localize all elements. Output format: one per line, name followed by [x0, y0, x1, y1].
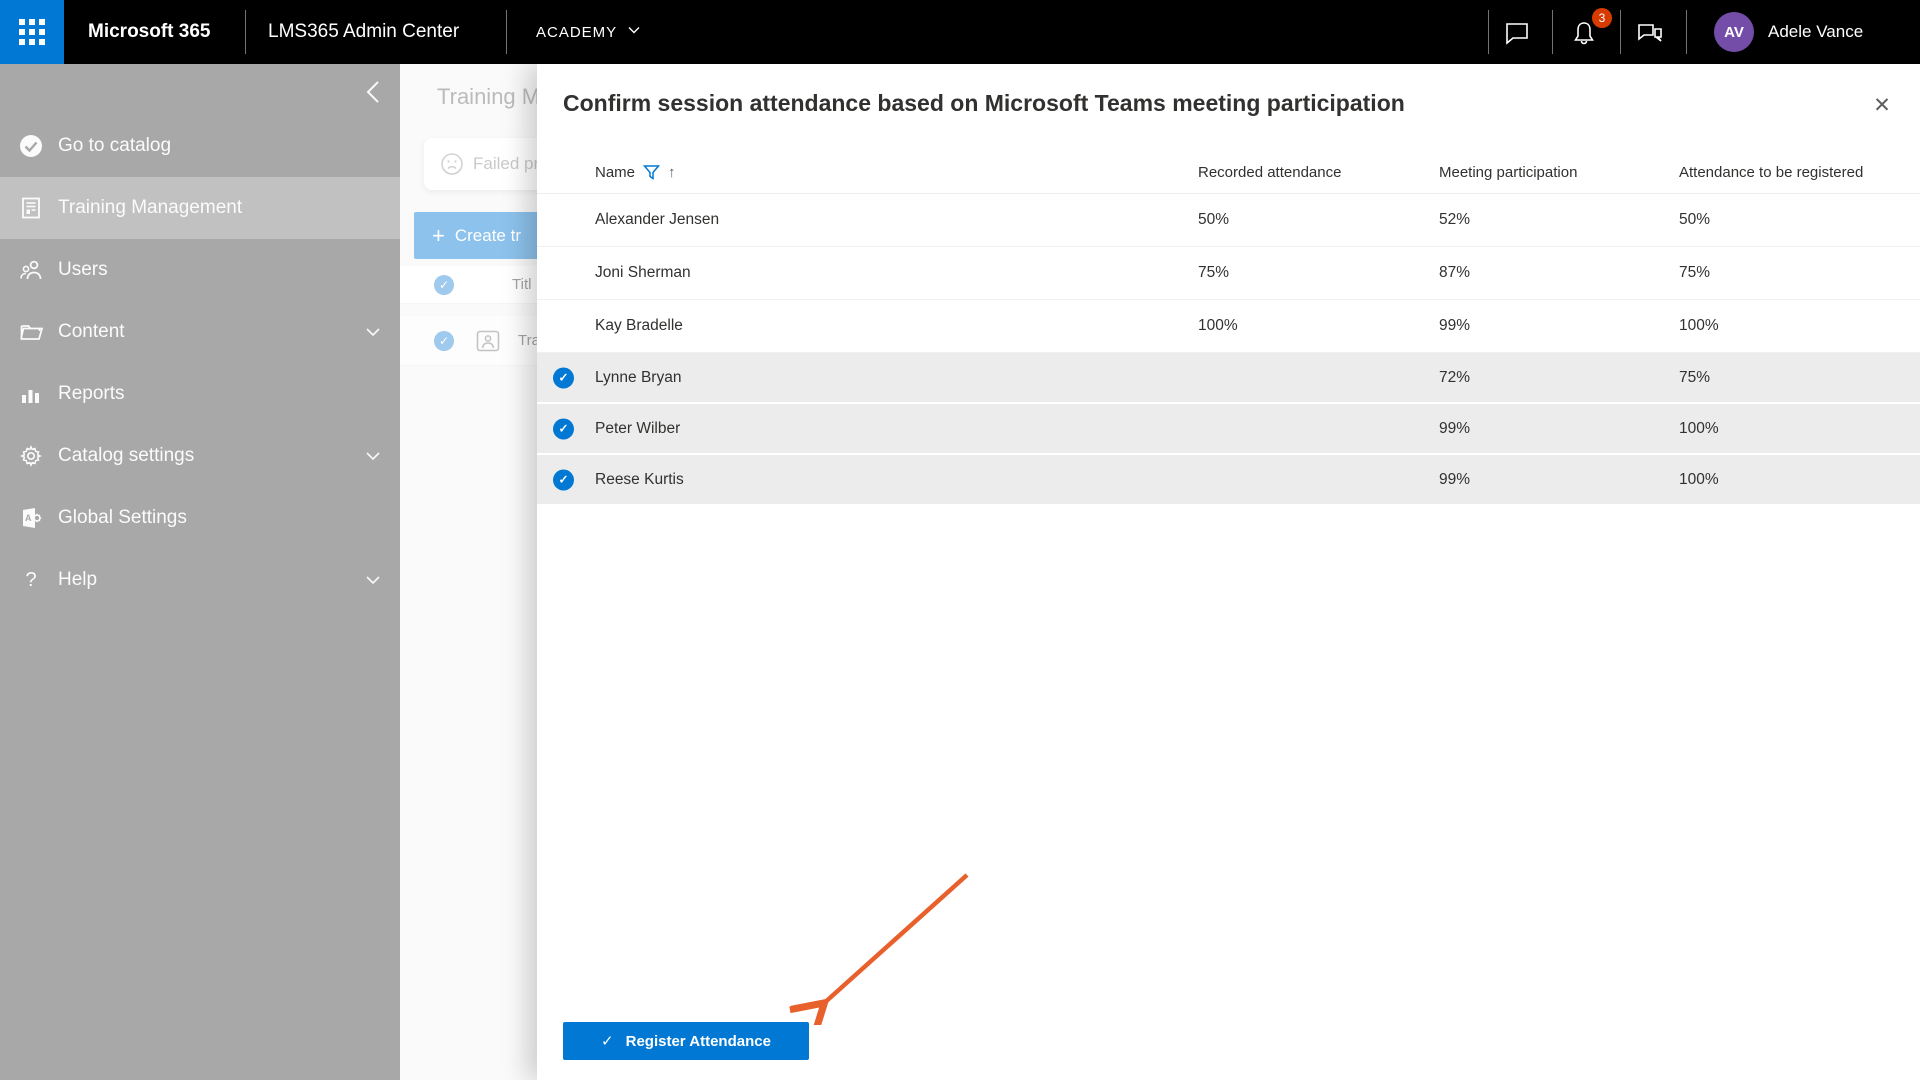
table-row[interactable]: Joni Sherman 75% 87% 75%	[537, 247, 1920, 300]
chat-icon[interactable]	[1504, 20, 1530, 46]
cell-recorded: 75%	[1198, 247, 1229, 299]
cell-name: Lynne Bryan	[595, 353, 681, 402]
cell-to-register: 100%	[1679, 300, 1719, 352]
cell-to-register: 75%	[1679, 247, 1710, 299]
topbar-separator	[1552, 10, 1553, 54]
cell-name: Reese Kurtis	[595, 455, 684, 504]
cell-to-register: 75%	[1679, 353, 1710, 402]
cell-name: Alexander Jensen	[595, 194, 719, 246]
cell-participation: 99%	[1439, 455, 1470, 504]
cell-participation: 72%	[1439, 353, 1470, 402]
screen: Microsoft 365 LMS365 Admin Center ACADEM…	[0, 0, 1920, 1080]
cell-participation: 99%	[1439, 300, 1470, 352]
topbar-separator	[1686, 10, 1687, 54]
notification-badge: 3	[1592, 8, 1612, 28]
app-launcher-button[interactable]	[0, 0, 64, 64]
table-row-selected[interactable]: ✓ Lynne Bryan 72% 75%	[537, 353, 1920, 404]
close-icon[interactable]: ✕	[1865, 88, 1899, 122]
user-name[interactable]: Adele Vance	[1768, 0, 1863, 64]
tenant-name: ACADEMY	[536, 24, 617, 41]
attendance-table-body: Alexander Jensen 50% 52% 50% Joni Sherma…	[537, 194, 1920, 506]
row-selected-check-icon[interactable]: ✓	[553, 418, 574, 439]
confirm-attendance-dialog: Confirm session attendance based on Micr…	[537, 64, 1920, 1080]
column-name-label: Name	[595, 164, 635, 181]
topbar-separator	[1620, 10, 1621, 54]
column-header-name[interactable]: Name ↑	[595, 150, 676, 194]
column-header-recorded: Recorded attendance	[1198, 150, 1341, 194]
admin-center-title[interactable]: LMS365 Admin Center	[268, 0, 459, 64]
cell-to-register: 100%	[1679, 404, 1719, 453]
register-attendance-button[interactable]: ✓ Register Attendance	[563, 1022, 809, 1060]
cell-name: Peter Wilber	[595, 404, 680, 453]
cell-participation: 52%	[1439, 194, 1470, 246]
topbar-separator	[506, 10, 507, 54]
topbar-separator	[245, 10, 246, 54]
table-row-selected[interactable]: ✓ Reese Kurtis 99% 100%	[537, 455, 1920, 506]
cell-participation: 99%	[1439, 404, 1470, 453]
table-row[interactable]: Alexander Jensen 50% 52% 50%	[537, 194, 1920, 247]
row-selected-check-icon[interactable]: ✓	[553, 367, 574, 388]
column-header-to-register: Attendance to be registered	[1679, 150, 1863, 194]
table-row-selected[interactable]: ✓ Peter Wilber 99% 100%	[537, 404, 1920, 455]
register-attendance-label: Register Attendance	[626, 1033, 771, 1050]
cell-participation: 87%	[1439, 247, 1470, 299]
cell-to-register: 50%	[1679, 194, 1710, 246]
chevron-down-icon	[627, 23, 641, 41]
table-row[interactable]: Kay Bradelle 100% 99% 100%	[537, 300, 1920, 353]
tenant-selector[interactable]: ACADEMY	[536, 0, 641, 64]
cell-name: Kay Bradelle	[595, 300, 683, 352]
cell-to-register: 100%	[1679, 455, 1719, 504]
topbar-separator	[1488, 10, 1489, 54]
feedback-icon[interactable]	[1637, 20, 1663, 46]
brand-title[interactable]: Microsoft 365	[88, 0, 210, 64]
attendance-table-header: Name ↑ Recorded attendance Meeting parti…	[537, 150, 1920, 194]
filter-funnel-icon[interactable]	[643, 164, 660, 181]
avatar[interactable]: AV	[1714, 12, 1754, 52]
dialog-title: Confirm session attendance based on Micr…	[563, 90, 1405, 117]
top-bar: Microsoft 365 LMS365 Admin Center ACADEM…	[0, 0, 1920, 64]
row-selected-check-icon[interactable]: ✓	[553, 469, 574, 490]
check-icon: ✓	[601, 1032, 614, 1050]
cell-recorded: 100%	[1198, 300, 1238, 352]
column-header-participation: Meeting participation	[1439, 150, 1577, 194]
waffle-icon	[19, 19, 45, 45]
cell-name: Joni Sherman	[595, 247, 691, 299]
cell-recorded: 50%	[1198, 194, 1229, 246]
sort-ascending-icon[interactable]: ↑	[668, 164, 676, 181]
